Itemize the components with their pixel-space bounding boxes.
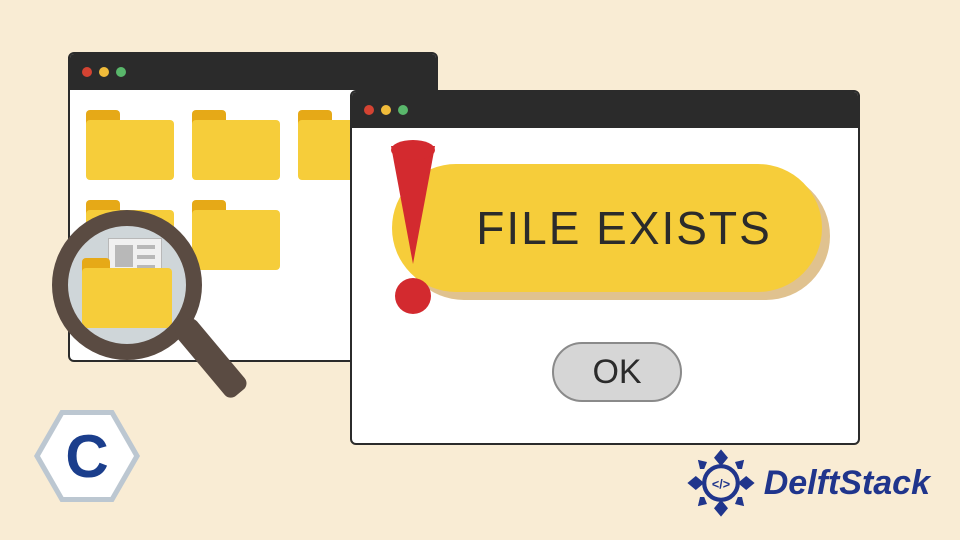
minimize-icon[interactable] [381,105,391,115]
delftstack-emblem-icon: </> [686,448,756,518]
close-icon[interactable] [364,105,374,115]
c-language-logo: C [34,410,144,520]
alert-message-pill: FILE EXISTS [392,164,822,292]
delftstack-text: DelftStack [764,464,930,503]
magnifier-icon [52,210,252,430]
ok-button[interactable]: OK [552,342,682,402]
close-icon[interactable] [82,67,92,77]
delft-code-text: </> [712,478,730,492]
titlebar-front [352,92,858,128]
exclamation-icon [378,146,448,316]
folder-icon [86,110,174,180]
maximize-icon[interactable] [398,105,408,115]
folder-icon [192,110,280,180]
delftstack-logo: </> DelftStack [686,448,930,518]
titlebar-back [70,54,436,90]
maximize-icon[interactable] [116,67,126,77]
minimize-icon[interactable] [99,67,109,77]
alert-dialog-window: FILE EXISTS OK [350,90,860,445]
alert-message-text: FILE EXISTS [476,201,772,255]
ok-button-label: OK [592,353,641,392]
c-logo-letter: C [40,415,134,497]
